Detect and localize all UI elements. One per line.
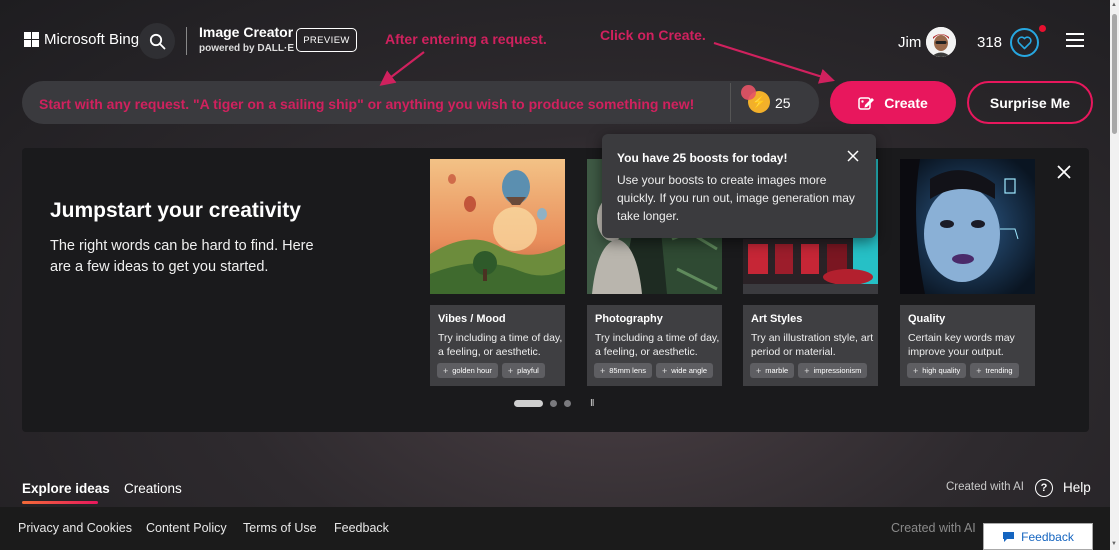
close-icon[interactable] [846, 149, 860, 163]
app-subtitle: powered by DALL·E [199, 43, 295, 54]
active-tab-indicator [22, 501, 98, 504]
keyword-chip[interactable]: + high quality [907, 363, 967, 378]
carousel-dots[interactable] [514, 400, 571, 407]
prompt-divider [730, 83, 731, 122]
keyword-chip[interactable]: + wide angle [655, 363, 714, 378]
keyword-chip[interactable]: + trending [970, 363, 1019, 378]
feedback-link[interactable]: Feedback [334, 521, 389, 535]
create-button[interactable]: Create [830, 81, 956, 124]
app-title: Image Creator [199, 24, 294, 40]
feedback-label: Feedback [1021, 529, 1074, 544]
create-icon [858, 96, 875, 110]
plus-icon: + [443, 365, 449, 376]
annotation-create: Click on Create. [600, 27, 706, 43]
keyword-chip[interactable]: + playful [501, 363, 545, 378]
card-title: Quality [908, 313, 946, 325]
preview-badge: PREVIEW [296, 28, 357, 52]
carousel-dot[interactable] [564, 400, 571, 407]
surprise-me-button[interactable]: Surprise Me [967, 81, 1093, 124]
bing-logo[interactable]: Microsoft Bing [24, 31, 139, 48]
idea-card[interactable]: Vibes / Mood Try including a time of day… [430, 305, 565, 386]
plus-icon: + [756, 365, 762, 376]
tooltip-title: You have 25 boosts for today! [617, 151, 788, 165]
avatar[interactable] [926, 27, 956, 57]
keyword-chip[interactable]: + impressionism [798, 363, 868, 378]
jumpstart-description: The right words can be hard to find. Her… [50, 238, 314, 275]
card-description: Certain key words may improve your outpu… [908, 332, 1015, 358]
pause-icon[interactable]: II [590, 398, 594, 409]
privacy-link[interactable]: Privacy and Cookies [18, 521, 132, 535]
card-title: Photography [595, 313, 663, 325]
annotation-request: After entering a request. [385, 31, 547, 47]
card-title: Art Styles [751, 313, 803, 325]
card-title: Vibes / Mood [438, 313, 506, 325]
idea-card[interactable]: Quality Certain key words may improve yo… [900, 305, 1035, 386]
quality-image[interactable] [900, 159, 1035, 294]
plus-icon: + [600, 365, 606, 376]
keyword-chip[interactable]: +85mm lens [594, 363, 652, 378]
create-label: Create [884, 94, 928, 111]
carousel-dot-active[interactable] [514, 400, 543, 407]
user-name[interactable]: Jim [898, 34, 921, 51]
plus-icon: + [661, 365, 668, 376]
keyword-chip[interactable]: + golden hour [437, 363, 498, 378]
plus-icon: + [976, 365, 982, 376]
keyword-chip[interactable]: + marble [750, 363, 795, 378]
header-divider [186, 27, 187, 55]
boost-marker [741, 85, 756, 100]
avatar-image [926, 27, 956, 57]
prompt-placeholder[interactable]: Start with any request. "A tiger on a sa… [39, 96, 694, 112]
search-icon [149, 33, 165, 49]
menu-icon[interactable] [1066, 33, 1084, 47]
terms-link[interactable]: Terms of Use [243, 521, 317, 535]
rewards-button[interactable] [1010, 28, 1039, 57]
created-with-ai-label: Created with AI [946, 481, 1024, 493]
rewards-heart-icon [1017, 35, 1032, 49]
help-link[interactable]: Help [1063, 480, 1091, 495]
card-description: Try an illustration style, art period or… [751, 332, 874, 358]
card-description: Try including a time of day, a feeling, … [438, 332, 563, 358]
boost-count[interactable]: 25 [775, 95, 791, 111]
scroll-down-icon[interactable]: ▼ [1111, 541, 1117, 547]
idea-card[interactable]: Photography Try including a time of day,… [587, 305, 722, 386]
jumpstart-title: Jumpstart your creativity [50, 199, 301, 222]
windows-logo-icon [24, 32, 39, 47]
content-policy-link[interactable]: Content Policy [146, 521, 227, 535]
vibes-mood-image[interactable] [430, 159, 565, 294]
scroll-up-icon[interactable]: ▲ [1111, 2, 1117, 8]
plus-icon: + [913, 365, 919, 376]
feedback-icon [1003, 531, 1015, 542]
close-icon[interactable] [1055, 163, 1073, 181]
tooltip-text: Use your boosts to create images more qu… [617, 173, 855, 223]
help-icon[interactable]: ? [1035, 479, 1053, 497]
logo-text: Microsoft Bing [44, 31, 140, 48]
boosts-tooltip: You have 25 boosts for today! Use your b… [602, 134, 876, 238]
plus-icon: + [507, 365, 514, 376]
scrollbar-thumb[interactable] [1112, 14, 1117, 134]
notification-dot [1039, 25, 1046, 32]
search-button[interactable] [139, 23, 175, 59]
feedback-button[interactable]: Feedback [983, 523, 1093, 550]
tab-creations[interactable]: Creations [124, 481, 182, 496]
footer-created-with-ai: Created with AI [891, 521, 976, 535]
plus-icon: + [804, 365, 810, 376]
tab-explore-ideas[interactable]: Explore ideas [22, 481, 110, 496]
reward-points[interactable]: 318 [977, 34, 1002, 51]
carousel-dot[interactable] [550, 400, 557, 407]
idea-card[interactable]: Art Styles Try an illustration style, ar… [743, 305, 878, 386]
card-description: Try including a time of day, a feeling, … [595, 332, 720, 358]
